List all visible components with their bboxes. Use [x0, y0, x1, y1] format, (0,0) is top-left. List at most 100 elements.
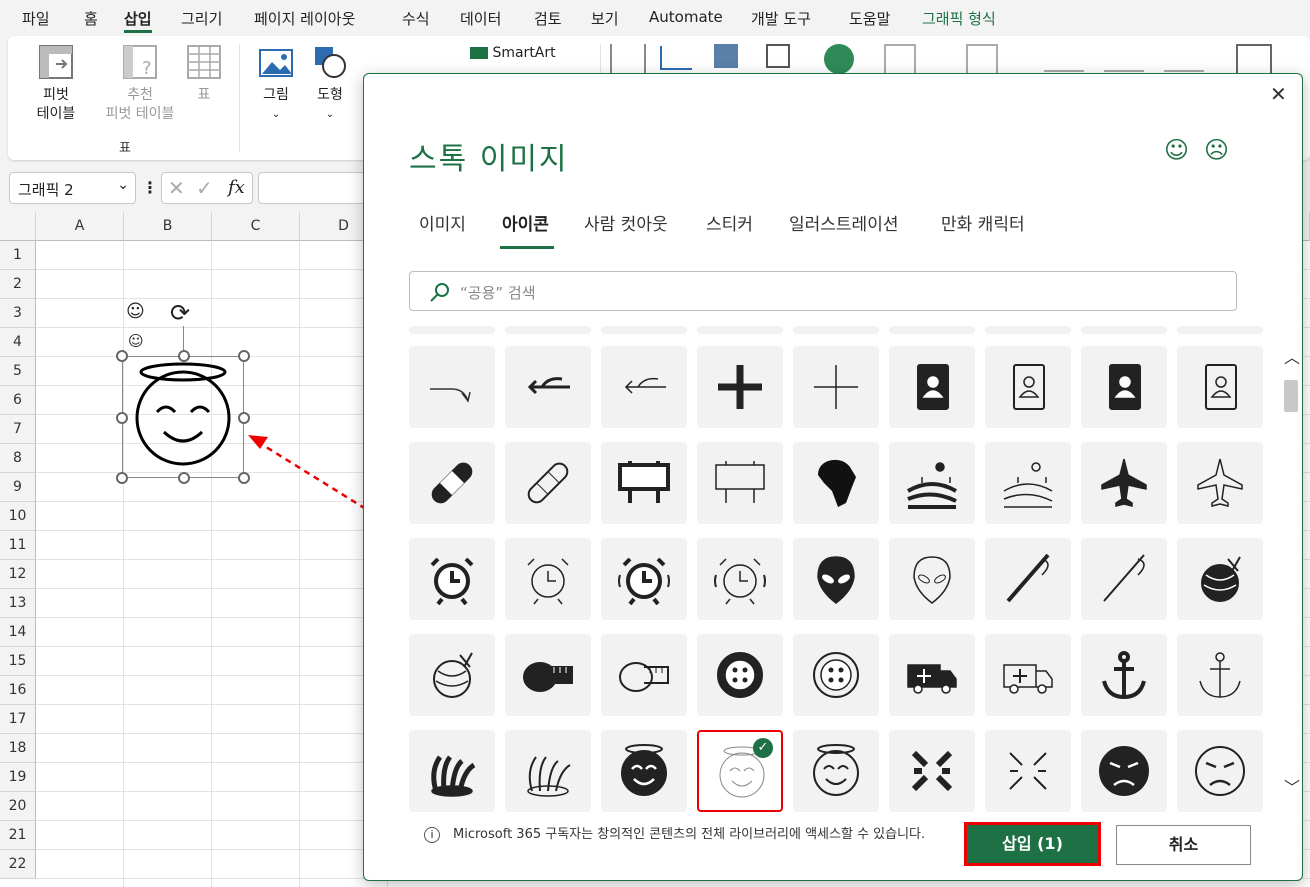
icon-tile[interactable] — [793, 634, 879, 716]
tab-cartoon-people[interactable]: 만화 캐릭터 — [941, 210, 1025, 235]
icon-tile[interactable] — [985, 634, 1071, 716]
cancel-button[interactable]: 취소 — [1116, 825, 1251, 865]
row-header[interactable]: 20 — [0, 792, 36, 821]
menu-data[interactable]: 데이터 — [460, 8, 501, 29]
row-header[interactable]: 21 — [0, 821, 36, 850]
resize-handle[interactable] — [116, 350, 128, 362]
icon-tile[interactable] — [505, 634, 591, 716]
name-box[interactable]: 그래픽 2 ⌄ — [9, 172, 136, 204]
scroll-thumb[interactable] — [1284, 380, 1298, 412]
row-header[interactable]: 5 — [0, 357, 36, 386]
icon-tile[interactable] — [793, 538, 879, 620]
tab-illustrations[interactable]: 일러스트레이션 — [789, 210, 898, 235]
icon-tile[interactable] — [409, 538, 495, 620]
scroll-up-icon[interactable]: ︿ — [1284, 344, 1300, 368]
icon-tile[interactable] — [889, 634, 975, 716]
menu-home[interactable]: 홈 — [84, 8, 98, 29]
icon-tile[interactable] — [1177, 346, 1263, 428]
icon-tile[interactable] — [601, 634, 687, 716]
icon-tile[interactable] — [505, 442, 591, 524]
scroll-down-icon[interactable]: ﹀ — [1284, 774, 1300, 798]
icon-tile[interactable] — [697, 442, 783, 524]
icon-tile[interactable] — [1081, 346, 1167, 428]
icon-tile[interactable] — [1081, 442, 1167, 524]
icon-tile-partial[interactable] — [697, 326, 783, 334]
icon-tile[interactable] — [409, 442, 495, 524]
icon-tile[interactable] — [793, 730, 879, 812]
icon-tile[interactable] — [1081, 634, 1167, 716]
recommended-pivot-button[interactable]: ? 추천 피벗 테이블 — [94, 44, 186, 124]
icon-tile-partial[interactable] — [1081, 326, 1167, 334]
icon-tile-partial[interactable] — [985, 326, 1071, 334]
row-header[interactable]: 19 — [0, 763, 36, 792]
menu-page-layout[interactable]: 페이지 레이아웃 — [254, 8, 355, 29]
menu-draw[interactable]: 그리기 — [181, 8, 222, 29]
close-icon[interactable]: ✕ — [1270, 82, 1287, 106]
fx-icon[interactable]: fx — [228, 177, 245, 198]
pivot-table-button[interactable]: 피벗 테이블 — [22, 44, 90, 124]
icon-tile[interactable] — [601, 730, 687, 812]
menu-formulas[interactable]: 수식 — [402, 8, 430, 29]
row-header[interactable]: 6 — [0, 386, 36, 415]
tab-stickers[interactable]: 스티커 — [706, 210, 753, 235]
icon-tile[interactable] — [889, 730, 975, 812]
icon-tile[interactable] — [505, 346, 591, 428]
rotate-handle-icon[interactable]: ⟳ — [170, 301, 190, 325]
icon-tile[interactable] — [601, 538, 687, 620]
icon-tile[interactable] — [601, 442, 687, 524]
resize-handle[interactable] — [178, 472, 190, 484]
row-header[interactable]: 2 — [0, 270, 36, 299]
column-header[interactable]: C — [212, 212, 300, 241]
3d-map-icon[interactable] — [966, 44, 998, 76]
icon-tile[interactable] — [409, 346, 495, 428]
icon-tile[interactable] — [1177, 442, 1263, 524]
slicer-icon[interactable] — [1236, 44, 1272, 76]
menu-developer[interactable]: 개발 도구 — [751, 8, 811, 29]
table-button[interactable]: 표 — [182, 44, 226, 105]
resize-handle[interactable] — [238, 350, 250, 362]
icon-tile[interactable] — [985, 346, 1071, 428]
resize-handle[interactable] — [116, 412, 128, 424]
row-header[interactable]: 11 — [0, 531, 36, 560]
menu-help[interactable]: 도움말 — [849, 8, 890, 29]
inserted-angel-graphic[interactable] — [116, 350, 250, 484]
icon-tile[interactable] — [985, 730, 1071, 812]
resize-handle[interactable] — [178, 350, 190, 362]
pivot-chart-icon[interactable] — [884, 44, 916, 76]
row-header[interactable]: 10 — [0, 502, 36, 531]
menu-view[interactable]: 보기 — [591, 8, 619, 29]
menu-file[interactable]: 파일 — [22, 8, 50, 29]
picture-button[interactable]: 그림 ⌄ — [254, 44, 298, 124]
scrollbar[interactable]: ︿ ﹀ — [1280, 334, 1302, 804]
tab-cutout-people[interactable]: 사람 컷아웃 — [584, 210, 668, 235]
icon-tile[interactable] — [1177, 538, 1263, 620]
insert-button[interactable]: 삽입 (1) — [964, 822, 1101, 866]
row-header[interactable]: 7 — [0, 415, 36, 444]
menu-review[interactable]: 검토 — [534, 8, 562, 29]
icon-tile-partial[interactable] — [793, 326, 879, 334]
menu-graphics-format[interactable]: 그래픽 형식 — [922, 8, 996, 29]
column-header[interactable]: A — [36, 212, 124, 241]
icon-tile[interactable] — [1081, 730, 1167, 812]
cancel-icon[interactable]: ✕ — [168, 176, 185, 200]
resize-handle[interactable] — [116, 472, 128, 484]
icon-tile[interactable] — [889, 442, 975, 524]
icon-tile[interactable] — [793, 442, 879, 524]
row-header[interactable]: 4 — [0, 328, 36, 357]
icon-tile[interactable] — [505, 538, 591, 620]
bar-chart-icon[interactable] — [660, 46, 692, 70]
row-header[interactable]: 3 — [0, 299, 36, 328]
icon-tile[interactable] — [1177, 730, 1263, 812]
row-header[interactable]: 8 — [0, 444, 36, 473]
row-header[interactable]: 12 — [0, 560, 36, 589]
row-header[interactable]: 15 — [0, 647, 36, 676]
icon-tile[interactable] — [409, 634, 495, 716]
enter-icon[interactable]: ✓ — [196, 176, 213, 200]
icon-tile[interactable] — [793, 346, 879, 428]
resize-handle[interactable] — [238, 472, 250, 484]
resize-handle[interactable] — [238, 412, 250, 424]
feedback-smile-icon[interactable]: ☺ — [1164, 136, 1189, 164]
icon-tile-partial[interactable] — [505, 326, 591, 334]
row-header[interactable]: 13 — [0, 589, 36, 618]
smartart-button[interactable]: SmartArt — [470, 44, 570, 63]
